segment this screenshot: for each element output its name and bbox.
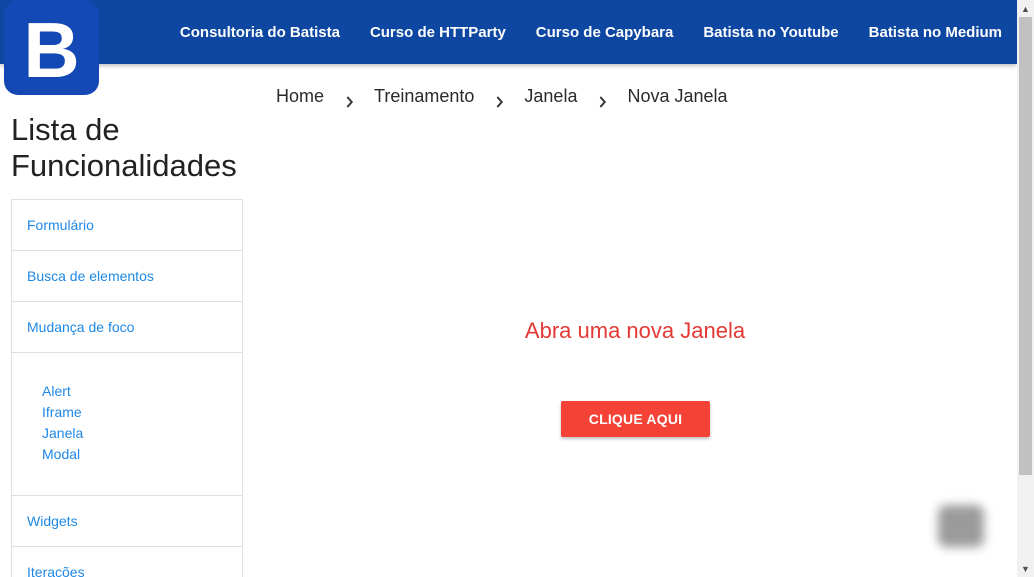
floating-action-button[interactable] [938, 505, 984, 547]
feature-item-iteracoes[interactable]: Iterações [12, 547, 242, 577]
top-navbar: Consultoria do Batista Curso de HTTParty… [0, 0, 1017, 64]
nav-link-capybara[interactable]: Curso de Capybara [536, 24, 674, 41]
feature-item-busca[interactable]: Busca de elementos [12, 251, 242, 302]
breadcrumb-treinamento[interactable]: Treinamento [374, 86, 474, 107]
feature-item-mudanca-foco[interactable]: Mudança de foco [12, 302, 242, 353]
breadcrumb-janela[interactable]: Janela [524, 86, 577, 107]
feature-item-formulario[interactable]: Formulário [12, 200, 242, 251]
chevron-right-icon [497, 95, 504, 108]
chevron-right-icon [600, 95, 607, 108]
scroll-up-arrow-icon[interactable]: ▲ [1017, 0, 1034, 17]
sub-item-alert[interactable]: Alert [42, 381, 242, 402]
breadcrumb-current: Nova Janela [627, 86, 728, 106]
vertical-scrollbar[interactable]: ▲ ▼ [1017, 0, 1034, 577]
feature-list: Formulário Busca de elementos Mudança de… [11, 199, 243, 577]
nav-link-consultoria[interactable]: Consultoria do Batista [180, 24, 340, 41]
mudanca-foco-sublist: Alert Iframe Janela Modal [12, 353, 242, 496]
page-heading: Abra uma nova Janela [524, 318, 746, 343]
scrollbar-thumb[interactable] [1019, 17, 1032, 475]
feature-item-widgets[interactable]: Widgets [12, 496, 242, 547]
nav-link-medium[interactable]: Batista no Medium [869, 24, 1002, 41]
open-window-button[interactable]: CLIQUE AQUI [561, 401, 710, 437]
scroll-down-arrow-icon[interactable]: ▼ [1017, 560, 1034, 577]
brand-logo[interactable]: B [4, 0, 99, 95]
logo-letter: B [23, 5, 80, 94]
breadcrumb-home[interactable]: Home [276, 86, 324, 107]
sub-item-janela[interactable]: Janela [42, 423, 242, 444]
nav-link-youtube[interactable]: Batista no Youtube [703, 24, 838, 41]
sub-item-modal[interactable]: Modal [42, 444, 242, 465]
breadcrumb: Home Treinamento Janela Nova Janela [276, 86, 728, 108]
nav-link-httparty[interactable]: Curso de HTTParty [370, 24, 506, 41]
nav-links: Consultoria do Batista Curso de HTTParty… [150, 0, 1002, 64]
chevron-right-icon [346, 95, 354, 108]
sub-item-iframe[interactable]: Iframe [42, 402, 242, 423]
sidebar-title: Lista de Funcionalidades [11, 112, 237, 183]
